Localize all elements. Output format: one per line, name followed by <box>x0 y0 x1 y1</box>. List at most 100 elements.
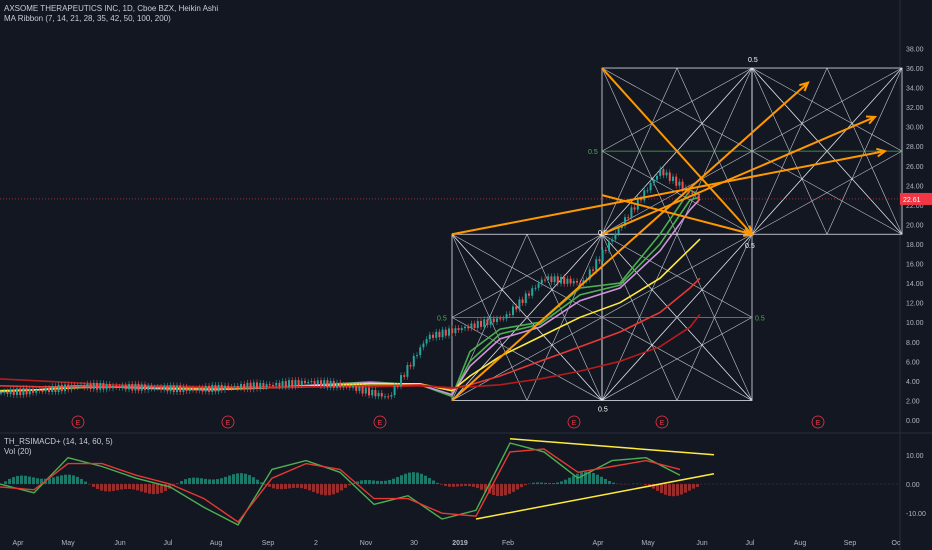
candle-body <box>336 382 338 388</box>
candle-body <box>486 319 489 325</box>
candle-body <box>342 384 345 388</box>
candle-body <box>70 384 73 390</box>
chart-canvas[interactable]: 0.50.50.50.50.50.50.5EEEEEE 38.0036.0034… <box>0 0 932 550</box>
macd-histogram-bar <box>660 484 663 494</box>
macd-histogram-bar <box>72 475 75 484</box>
macd-histogram-bar <box>432 480 435 484</box>
candle-body <box>169 385 172 392</box>
price-axis[interactable]: 38.00 36.00 34.00 32.00 30.00 28.00 26.00 24.00… <box>900 46 932 425</box>
candle-body <box>483 319 486 327</box>
macd-histogram-bar <box>200 478 203 484</box>
symbol-title[interactable]: AXSOME THERAPEUTICS INC, 1D, Cboe BZX, H… <box>4 4 218 14</box>
candle-body <box>697 195 700 201</box>
candle-body <box>384 396 386 398</box>
candle-body <box>172 385 175 393</box>
indicator-plot[interactable] <box>0 437 900 526</box>
candle-body <box>512 306 514 315</box>
macd-histogram-bar <box>96 484 99 490</box>
macd-histogram-bar <box>516 484 519 490</box>
candle-body <box>441 329 444 338</box>
price-tick-label: 4.00 <box>906 379 920 386</box>
time-axis[interactable]: Apr May Jun Jul Aug Sep 2 Nov 30 2019 Feb Apr May Jun… <box>13 540 901 547</box>
price-tick-label: 32.00 <box>906 105 924 112</box>
candle-body <box>579 282 582 284</box>
price-tick-label: 20.00 <box>906 222 924 229</box>
candle-body <box>332 380 335 388</box>
ma-100-line <box>0 277 701 390</box>
volume-legend[interactable]: Vol (20) <box>4 447 32 457</box>
candle-body <box>518 299 521 310</box>
candle-body <box>195 389 198 391</box>
macd-histogram-bar <box>416 472 419 484</box>
macd-histogram-bar <box>672 484 675 497</box>
candle-body <box>48 388 50 392</box>
candle-body <box>521 299 524 304</box>
macd-histogram-bar <box>28 476 31 484</box>
candle-body <box>345 384 348 387</box>
ma-ribbon-legend[interactable]: MA Ribbon (7, 14, 21, 28, 35, 42, 50, 10… <box>4 14 171 24</box>
candle-body <box>672 176 674 181</box>
price-plot[interactable]: 0.50.50.50.50.50.50.5EEEEEE <box>0 0 932 550</box>
candle-body <box>592 269 594 271</box>
earnings-marker-label: E <box>572 420 577 427</box>
candle-body <box>355 385 358 391</box>
candle-body <box>256 382 258 389</box>
candle-body <box>60 384 63 392</box>
time-tick-label: May <box>61 540 75 547</box>
rsimacd-legend[interactable]: TH_RSIMACD+ (14, 14, 60, 5) <box>4 437 113 447</box>
macd-histogram-bar <box>684 484 687 493</box>
macd-histogram-bar <box>592 472 595 484</box>
macd-histogram-bar <box>188 478 191 484</box>
indicator-axis[interactable]: 10.00 0.00 -10.00 <box>906 453 926 518</box>
macd-histogram-bar <box>392 478 395 484</box>
candle-body <box>38 389 41 391</box>
macd-histogram-bar <box>180 481 183 484</box>
candle-body <box>467 326 470 329</box>
price-tick-label: 18.00 <box>906 242 924 249</box>
macd-histogram-bar <box>388 479 391 484</box>
macd-histogram-bar <box>24 475 27 484</box>
candle-body <box>393 386 396 396</box>
candle-body <box>544 279 546 281</box>
candle-body <box>569 278 572 284</box>
candle-body <box>374 389 377 397</box>
macd-histogram-bar <box>680 484 683 495</box>
macd-histogram-bar <box>132 484 135 490</box>
price-tick-label: 28.00 <box>906 144 924 151</box>
candle-body <box>131 384 134 391</box>
candle-body <box>448 328 450 336</box>
macd-histogram-bar <box>300 484 303 489</box>
candle-body <box>659 169 662 176</box>
macd-histogram-bar <box>152 484 155 495</box>
macd-histogram-bar <box>496 484 499 496</box>
time-tick-label: Jun <box>114 540 125 547</box>
macd-histogram-bar <box>272 484 275 489</box>
candle-body <box>323 380 326 387</box>
macd-histogram-bar <box>372 480 375 484</box>
candle-body <box>227 385 230 389</box>
candle-body <box>339 382 342 388</box>
macd-histogram-bar <box>124 484 127 490</box>
candle-body <box>115 385 118 387</box>
macd-histogram-bar <box>572 475 575 484</box>
candle-body <box>470 323 473 329</box>
candle-body <box>691 192 694 194</box>
candle-body <box>51 386 54 392</box>
macd-histogram-bar <box>248 475 251 484</box>
candle-body <box>185 386 188 392</box>
macd-histogram-bar <box>92 484 95 487</box>
trend-arrow <box>601 115 876 236</box>
macd-histogram-bar <box>244 473 247 484</box>
candle-body <box>259 382 262 389</box>
macd-histogram-bar <box>120 484 123 490</box>
macd-histogram-bar <box>408 472 411 484</box>
oscillator-trendline <box>509 437 715 456</box>
macd-histogram-bar <box>236 473 239 484</box>
candle-body <box>32 388 34 393</box>
candle-body <box>425 339 428 344</box>
indicator-tick-label: 0.00 <box>906 482 920 489</box>
macd-histogram-bar <box>376 480 379 484</box>
candle-body <box>400 375 402 387</box>
candle-body <box>329 380 332 388</box>
candle-body <box>6 391 9 395</box>
